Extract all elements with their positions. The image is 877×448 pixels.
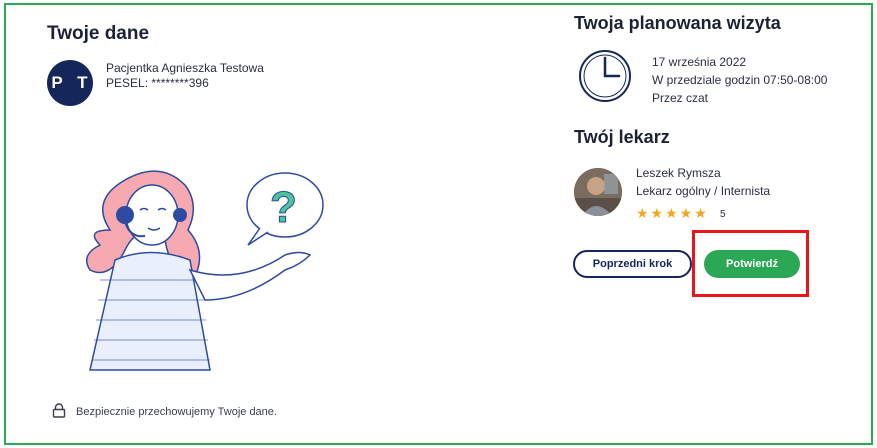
patient-avatar: P T xyxy=(47,60,93,106)
lock-icon xyxy=(52,403,66,418)
doctor-section-title: Twój lekarz xyxy=(574,127,670,147)
doctor-photo xyxy=(574,168,622,216)
visit-channel: Przez czat xyxy=(652,91,709,105)
patient-name: Pacjentka Agnieszka Testowa xyxy=(106,61,264,75)
patient-section-title: Twoje dane xyxy=(47,23,150,44)
doctor-specialty: Lekarz ogólny / Internista xyxy=(636,184,771,198)
visit-date: 17 września 2022 xyxy=(652,55,747,69)
clock-icon xyxy=(579,50,631,102)
patient-pesel: PESEL: ********396 xyxy=(106,76,209,90)
doctor-name: Leszek Rymsza xyxy=(636,166,721,180)
doctor-rating-stars: ★★★★★ xyxy=(636,205,709,221)
previous-step-button[interactable]: Poprzedni krok xyxy=(573,250,692,278)
doctor-rating-value: 5 xyxy=(720,209,726,220)
visit-hours: W przedziale godzin 07:50-08:00 xyxy=(652,73,828,87)
security-note: Bezpiecznie przechowujemy Twoje dane. xyxy=(76,406,277,418)
confirm-button[interactable]: Potwierdź xyxy=(704,250,800,278)
support-agent-illustration: ? xyxy=(85,170,324,371)
visit-section-title: Twoja planowana wizyta xyxy=(574,13,781,33)
svg-text:?: ? xyxy=(270,183,297,232)
